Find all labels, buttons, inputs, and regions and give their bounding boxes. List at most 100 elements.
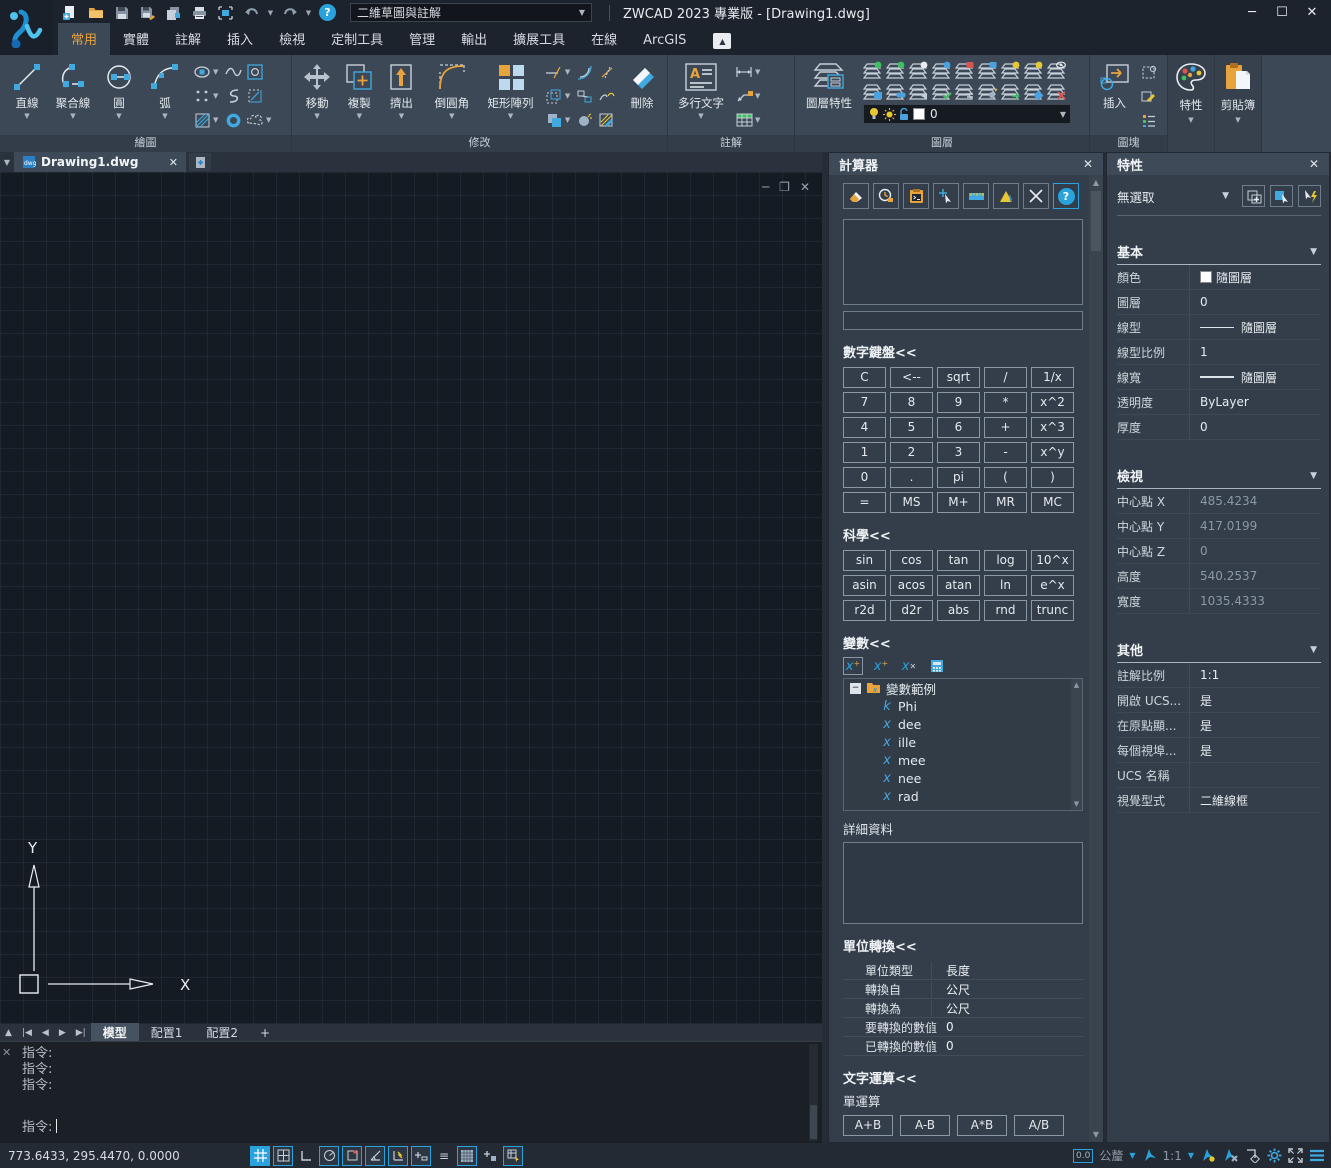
calc-key[interactable]: acos — [890, 575, 933, 596]
edit-variable-icon[interactable]: x+ — [871, 657, 891, 675]
workspace-select[interactable]: 二維草圖與註解 ▼ — [350, 3, 592, 22]
dynamic-input-toggle[interactable] — [411, 1146, 431, 1166]
variable-item[interactable]: xvee — [844, 805, 1082, 811]
calc-key[interactable]: ln — [984, 575, 1027, 596]
calc-key[interactable]: = — [843, 492, 886, 513]
calc-key[interactable]: M+ — [937, 492, 980, 513]
offset-icon[interactable] — [575, 62, 595, 82]
erase-button[interactable]: 刪除 — [621, 58, 663, 111]
first-layout-button[interactable]: |◀ — [17, 1028, 37, 1038]
trim-icon[interactable] — [544, 62, 564, 82]
command-prompt[interactable]: 指令: — [22, 1116, 57, 1135]
gear-icon[interactable] — [1267, 1148, 1282, 1163]
chevron-down-icon[interactable]: ▼ — [213, 92, 221, 100]
section-other-header[interactable]: 其他 ▼ — [1117, 640, 1321, 663]
calc-key[interactable]: 6 — [937, 417, 980, 438]
polar-toggle[interactable] — [319, 1146, 339, 1166]
paste-to-commandline-icon[interactable] — [903, 183, 929, 209]
mtext-button[interactable]: A 多行文字 ▼ — [672, 58, 730, 120]
revision-cloud-icon[interactable] — [245, 110, 265, 130]
get-point-icon[interactable] — [933, 183, 959, 209]
close-button[interactable]: ✕ — [1297, 0, 1327, 25]
calc-key[interactable]: ( — [984, 467, 1027, 488]
get-angle-icon[interactable] — [993, 183, 1019, 209]
calc-key[interactable]: 8 — [890, 392, 933, 413]
quick-select-icon[interactable] — [1242, 185, 1265, 207]
helix-icon[interactable] — [223, 86, 243, 106]
calculator-input[interactable] — [843, 311, 1083, 330]
calc-key[interactable]: atan — [937, 575, 980, 596]
get-distance-icon[interactable] — [963, 183, 989, 209]
command-scrollbar[interactable] — [809, 1044, 818, 1141]
units-row[interactable]: 轉換為公尺 — [843, 999, 1083, 1018]
new-drawing-tab-button[interactable] — [189, 153, 211, 171]
scrollbar-thumb[interactable] — [1091, 191, 1101, 251]
document-tab-drawing1[interactable]: dwg Drawing1.dwg ✕ — [14, 152, 186, 172]
chevron-down-icon[interactable]: ▼ — [266, 116, 274, 124]
layer-freeze-icon[interactable] — [1001, 60, 1021, 80]
calc-key[interactable]: 4 — [843, 417, 886, 438]
chevron-down-icon[interactable]: ▼ — [755, 92, 763, 100]
undo-dropdown-caret[interactable]: ▼ — [266, 9, 275, 17]
calc-key[interactable]: ) — [1031, 467, 1074, 488]
property-row[interactable]: 寬度1035.4333 — [1117, 589, 1321, 614]
annotation-scale-icon[interactable] — [1142, 1149, 1157, 1163]
leader-icon[interactable] — [734, 86, 754, 106]
chevron-down-icon[interactable]: ▼ — [565, 116, 573, 124]
layer-unisolate-icon[interactable] — [932, 60, 952, 80]
calc-key[interactable]: rnd — [984, 600, 1027, 621]
line-button[interactable]: 直線 ▼ — [4, 58, 50, 120]
region-icon[interactable] — [245, 62, 265, 82]
calc-key[interactable]: sin — [843, 550, 886, 571]
explode-icon[interactable] — [575, 110, 595, 130]
calculator-scrollbar[interactable]: ▲ ▼ — [1089, 175, 1103, 1142]
tab-online[interactable]: 在線 — [578, 23, 630, 55]
esnap-toggle[interactable] — [365, 1146, 385, 1166]
property-row[interactable]: 每個視埠...是 — [1117, 738, 1321, 763]
history-icon[interactable] — [873, 183, 899, 209]
calc-key[interactable]: 9 — [937, 392, 980, 413]
variable-item[interactable]: xdee — [844, 715, 1082, 733]
calc-key[interactable]: A*B — [957, 1115, 1007, 1136]
fillet-button[interactable]: 倒圓角 ▼ — [423, 58, 482, 120]
calc-key[interactable]: + — [984, 417, 1027, 438]
properties-header[interactable]: 特性 ✕ — [1107, 153, 1329, 175]
command-close-icon[interactable]: ✕ — [2, 1046, 11, 1059]
calc-key[interactable]: MR — [984, 492, 1027, 513]
doc-restore-button[interactable]: ❐ — [779, 180, 790, 194]
new-variable-icon[interactable]: x+ — [843, 657, 863, 675]
hatch-icon[interactable] — [192, 110, 212, 130]
tab-layout2[interactable]: 配置2 — [194, 1023, 250, 1043]
layer-previous-icon[interactable] — [909, 81, 929, 101]
property-row[interactable]: 中心點 Z0 — [1117, 539, 1321, 564]
layer-visibility-icon[interactable] — [1047, 60, 1067, 80]
tab-arcgis[interactable]: ArcGIS — [630, 27, 699, 55]
layer-make-current-icon[interactable] — [863, 81, 883, 101]
copy-with-basepoint-button[interactable] — [162, 2, 185, 23]
property-row[interactable]: 高度540.2537 — [1117, 564, 1321, 589]
property-row[interactable]: 線型比例1 — [1117, 340, 1321, 365]
delete-variable-icon[interactable]: x✕ — [899, 657, 919, 675]
plot-preview-button[interactable] — [214, 2, 237, 23]
new-file-button[interactable] — [58, 2, 81, 23]
units-row[interactable]: 轉換自公尺 — [843, 980, 1083, 999]
clear-icon[interactable] — [843, 183, 869, 209]
tab-manage[interactable]: 管理 — [396, 23, 448, 55]
collapse-icon[interactable]: − — [850, 683, 861, 694]
units-row[interactable]: 要轉換的數值0 — [843, 1018, 1083, 1037]
calc-key[interactable]: 1 — [843, 442, 886, 463]
cycle-select-toggle[interactable] — [503, 1146, 523, 1166]
layer-properties-button[interactable]: 圖層特性 — [799, 58, 859, 111]
layer-delete-icon[interactable] — [978, 81, 998, 101]
selection-dropdown[interactable]: 無選取 ▼ — [1117, 185, 1237, 207]
doc-list-dropdown-icon[interactable]: ▼ — [0, 158, 14, 167]
layout-menu-icon[interactable]: ▲ — [0, 1028, 17, 1038]
calc-key[interactable]: asin — [843, 575, 886, 596]
annotation-scale-value[interactable]: 1:1 — [1163, 1149, 1182, 1163]
section-scientific[interactable]: 科學<< — [843, 525, 1083, 544]
properties-panel-button[interactable]: 特性 ▼ — [1168, 55, 1215, 152]
property-row[interactable]: 註解比例1:1 — [1117, 663, 1321, 688]
save-as-button[interactable] — [136, 2, 159, 23]
calc-key[interactable]: 3 — [937, 442, 980, 463]
quick-properties-toggle[interactable] — [480, 1146, 500, 1166]
